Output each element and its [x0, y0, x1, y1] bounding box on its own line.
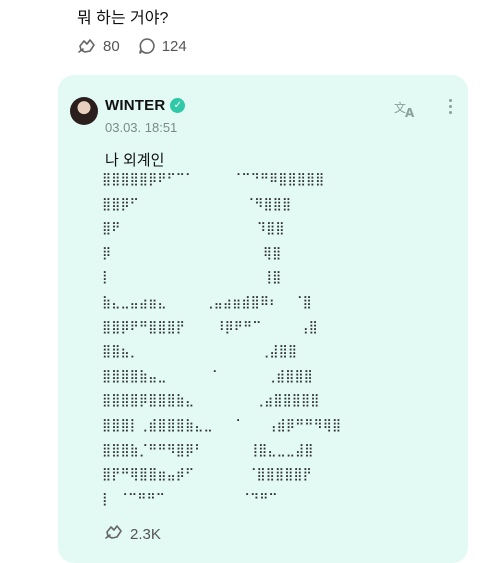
post-date: 03.03. 18:51	[105, 120, 178, 135]
previous-post-reactions: 80 124	[77, 37, 187, 55]
verified-icon: ✓	[170, 98, 186, 113]
post-reaction-button[interactable]: 2.3K	[104, 523, 161, 545]
author-name[interactable]: WINTER	[105, 97, 165, 114]
previous-post-text: 뭐 하는 거야?	[77, 10, 169, 27]
more-dot-icon	[448, 99, 452, 102]
reaction-icon	[77, 37, 97, 55]
comment-icon	[138, 37, 156, 55]
comment-count: 124	[161, 37, 187, 55]
comment-button[interactable]: 124	[138, 37, 187, 55]
reaction-button[interactable]: 80	[77, 37, 120, 55]
translate-icon: 文 A	[394, 100, 418, 123]
author-row: WINTER ✓	[105, 97, 186, 114]
braille-art: ⣿⣿⣿⣿⣿⡿⠟⠋⠉⠁ ⠈⠉⠙⠛⠿⣿⣿⣿⣿⣿ ⣿⣿⡿⠋ ⠈⠻⣿⣿⣿ ⣿⠟ ⠹⣿⣿ …	[102, 171, 342, 506]
reaction-icon	[104, 523, 124, 545]
avatar[interactable]	[70, 97, 98, 125]
more-options-button[interactable]	[446, 99, 454, 114]
post-reaction-count: 2.3K	[130, 525, 161, 543]
reaction-count: 80	[103, 37, 120, 55]
translate-button[interactable]: 文 A	[394, 99, 418, 124]
post-card[interactable]: WINTER ✓ 03.03. 18:51 文 A 나 외계인 ⣿⣿⣿⣿⣿⡿⠟⠋…	[58, 75, 468, 563]
svg-text:A: A	[405, 106, 415, 119]
more-dot-icon	[448, 105, 452, 108]
more-dot-icon	[448, 111, 452, 114]
